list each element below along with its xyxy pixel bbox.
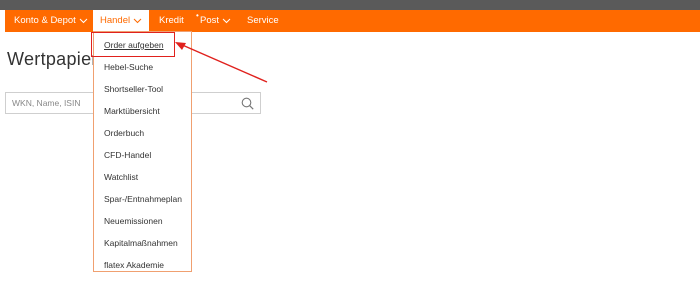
nav-item-post[interactable]: • Post [196, 10, 231, 32]
menu-item-flatex-akademie[interactable]: flatex Akademie [104, 260, 164, 270]
menu-item-kapitalmassnahmen[interactable]: Kapitalmaßnahmen [104, 238, 178, 248]
chevron-down-icon [133, 17, 142, 24]
notification-dot: • [196, 11, 199, 20]
menu-item-shortseller-tool[interactable]: Shortseller-Tool [104, 84, 163, 94]
nav-item-service[interactable]: Service [247, 10, 279, 32]
nav-item-label: Konto & Depot [14, 15, 76, 26]
main-nav: Konto & Depot Handel Kredit • Post Servic… [5, 10, 700, 32]
menu-item-watchlist[interactable]: Watchlist [104, 172, 138, 182]
menu-item-orderbuch[interactable]: Orderbuch [104, 128, 144, 138]
chevron-down-icon [222, 17, 231, 24]
top-strip [0, 0, 700, 10]
menu-item-marktuebersicht[interactable]: Marktübersicht [104, 106, 160, 116]
page-title: Wertpapier [7, 49, 98, 69]
nav-item-label: Service [247, 15, 279, 26]
menu-item-spar-entnahmeplan[interactable]: Spar-/Entnahmeplan [104, 194, 182, 204]
chevron-down-icon [79, 17, 88, 24]
nav-item-label: Kredit [159, 15, 184, 26]
nav-item-kredit[interactable]: Kredit [159, 10, 184, 32]
menu-item-neuemissionen[interactable]: Neuemissionen [104, 216, 163, 226]
nav-item-label: Handel [100, 15, 131, 26]
nav-item-handel[interactable]: Handel [93, 10, 149, 32]
nav-item-konto-depot[interactable]: Konto & Depot [14, 10, 88, 32]
search-icon[interactable] [241, 97, 254, 110]
menu-item-cfd-handel[interactable]: CFD-Handel [104, 150, 151, 160]
handel-dropdown-menu: Order aufgeben Hebel-Suche Shortseller-T… [93, 31, 192, 272]
nav-item-label: Post [200, 15, 220, 26]
menu-item-hebel-suche[interactable]: Hebel-Suche [104, 62, 153, 72]
menu-item-order-aufgeben[interactable]: Order aufgeben [104, 40, 164, 50]
